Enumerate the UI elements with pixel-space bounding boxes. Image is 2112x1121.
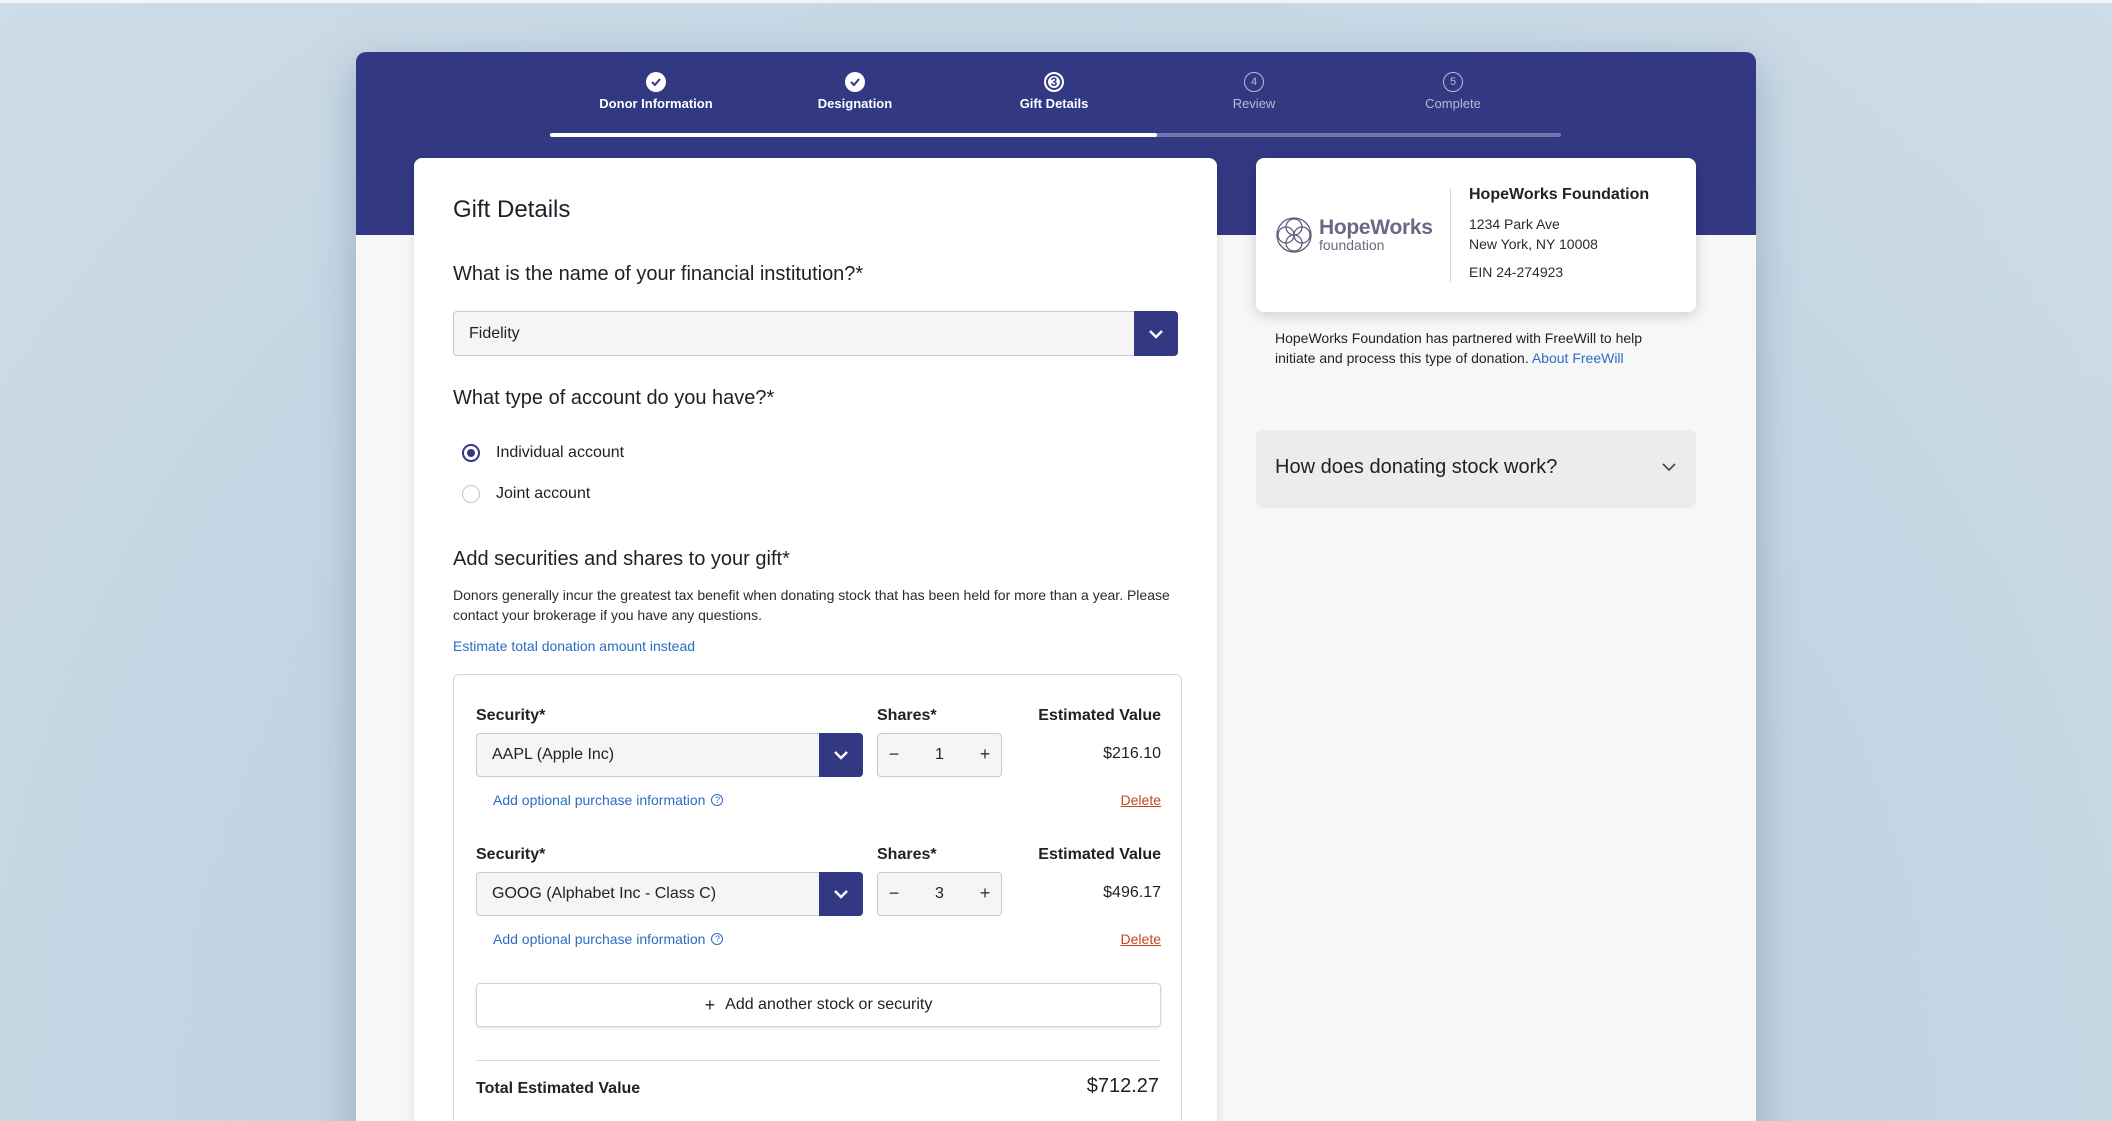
chevron-down-icon[interactable]	[1134, 311, 1178, 356]
step-designation: Designation	[755, 72, 955, 111]
progress-bar	[550, 133, 1561, 137]
chevron-down-icon[interactable]	[1661, 462, 1677, 472]
radio-joint-account[interactable]: Joint account	[462, 485, 590, 503]
checkmark-icon	[646, 72, 666, 92]
security-select[interactable]: GOOG (Alphabet Inc - Class C)	[476, 872, 863, 916]
add-purchase-info-link[interactable]: Add optional purchase information ?	[493, 931, 724, 947]
page-title: Gift Details	[453, 196, 571, 223]
radio-label: Joint account	[496, 485, 591, 502]
add-security-button[interactable]: + Add another stock or security	[476, 983, 1161, 1027]
info-icon[interactable]: ?	[711, 933, 724, 945]
securities-question: Add securities and shares to your gift*	[453, 548, 790, 570]
faq-accordion[interactable]: How does donating stock work?	[1256, 430, 1696, 508]
step-number-icon: 5	[1443, 72, 1463, 92]
security-row: Security* Shares* Estimated Value GOOG (…	[454, 814, 1183, 947]
address-line-1: 1234 Park Ave	[1469, 216, 1560, 232]
top-strip	[0, 0, 2112, 3]
total-estimated-value: $712.27	[1086, 1075, 1159, 1097]
estimated-value: $496.17	[1103, 884, 1161, 901]
estimated-value-label: Estimated Value	[1038, 707, 1161, 724]
security-select-value: AAPL (Apple Inc)	[492, 746, 615, 763]
institution-select-value: Fidelity	[469, 324, 520, 342]
securities-box: Security* Shares* Estimated Value AAPL (…	[453, 674, 1182, 1121]
step-label: Gift Details	[1019, 96, 1089, 111]
shares-stepper: − 1 +	[877, 733, 1002, 777]
chevron-down-icon[interactable]	[819, 733, 863, 777]
partner-notice: HopeWorks Foundation has partnered with …	[1275, 328, 1680, 368]
estimate-total-link[interactable]: Estimate total donation amount instead	[453, 638, 695, 654]
organization-name: HopeWorks Foundation	[1469, 186, 1650, 203]
step-number-icon: 4	[1244, 72, 1264, 92]
security-select[interactable]: AAPL (Apple Inc)	[476, 733, 863, 777]
estimated-value: $216.10	[1103, 745, 1161, 762]
security-label: Security*	[476, 707, 546, 724]
faq-question: How does donating stock work?	[1275, 456, 1558, 478]
about-freewill-link[interactable]: About FreeWill	[1532, 350, 1624, 366]
securities-help-text: Donors generally incur the greatest tax …	[453, 587, 1170, 623]
plus-icon: +	[704, 994, 716, 1015]
divider	[476, 1060, 1161, 1061]
step-label: Complete	[1425, 96, 1481, 111]
ein-number: EIN 24-274923	[1469, 264, 1564, 280]
delete-link[interactable]: Delete	[1121, 792, 1161, 808]
step-complete: 5 Complete	[1353, 72, 1553, 111]
shares-stepper: − 3 +	[877, 872, 1002, 916]
flower-logo-icon	[1276, 217, 1312, 253]
total-estimated-value-label: Total Estimated Value	[476, 1080, 641, 1097]
estimated-value-label: Estimated Value	[1038, 846, 1161, 863]
radio-label: Individual account	[496, 444, 625, 461]
progress-bar-fill	[550, 133, 1157, 137]
radio-button[interactable]	[462, 485, 480, 503]
security-row: Security* Shares* Estimated Value AAPL (…	[454, 675, 1183, 808]
increment-button[interactable]: +	[975, 744, 995, 765]
add-purchase-info-label[interactable]: Add optional purchase information	[493, 931, 705, 947]
add-purchase-info-link[interactable]: Add optional purchase information ?	[493, 792, 724, 808]
shares-label: Shares*	[877, 846, 937, 863]
logo-subtitle: foundation	[1319, 237, 1385, 253]
radio-individual-account[interactable]: Individual account	[462, 444, 624, 462]
logo-title: HopeWorks	[1319, 216, 1433, 239]
delete-link[interactable]: Delete	[1121, 931, 1161, 947]
gift-details-card: Gift Details What is the name of your fi…	[414, 158, 1217, 1121]
step-gift-details: 3 Gift Details	[954, 72, 1154, 111]
add-security-label: Add another stock or security	[725, 996, 933, 1013]
step-review: 4 Review	[1154, 72, 1354, 111]
step-number-icon: 3	[1044, 72, 1064, 92]
security-select-value: GOOG (Alphabet Inc - Class C)	[492, 885, 717, 902]
institution-question: What is the name of your financial insti…	[453, 263, 864, 285]
security-label: Security*	[476, 846, 546, 863]
chevron-down-icon[interactable]	[819, 872, 863, 916]
add-purchase-info-label[interactable]: Add optional purchase information	[493, 792, 705, 808]
checkmark-icon	[845, 72, 865, 92]
organization-card: HopeWorks foundation HopeWorks Foundatio…	[1256, 158, 1696, 312]
step-donor-information: Donor Information	[556, 72, 756, 111]
increment-button[interactable]: +	[975, 883, 995, 904]
divider	[1450, 188, 1451, 282]
step-label: Designation	[817, 96, 893, 111]
hopeworks-logo: HopeWorks foundation	[1275, 216, 1433, 254]
address-line-2: New York, NY 10008	[1469, 236, 1598, 252]
step-label: Review	[1232, 96, 1276, 111]
step-label: Donor Information	[599, 96, 713, 111]
shares-label: Shares*	[877, 707, 937, 724]
donation-frame: Donor Information Designation 3 Gift Det…	[356, 52, 1756, 1121]
radio-button[interactable]	[462, 444, 480, 462]
account-question: What type of account do you have?*	[453, 387, 775, 409]
info-icon[interactable]: ?	[711, 794, 724, 806]
institution-select[interactable]: Fidelity	[453, 311, 1178, 356]
